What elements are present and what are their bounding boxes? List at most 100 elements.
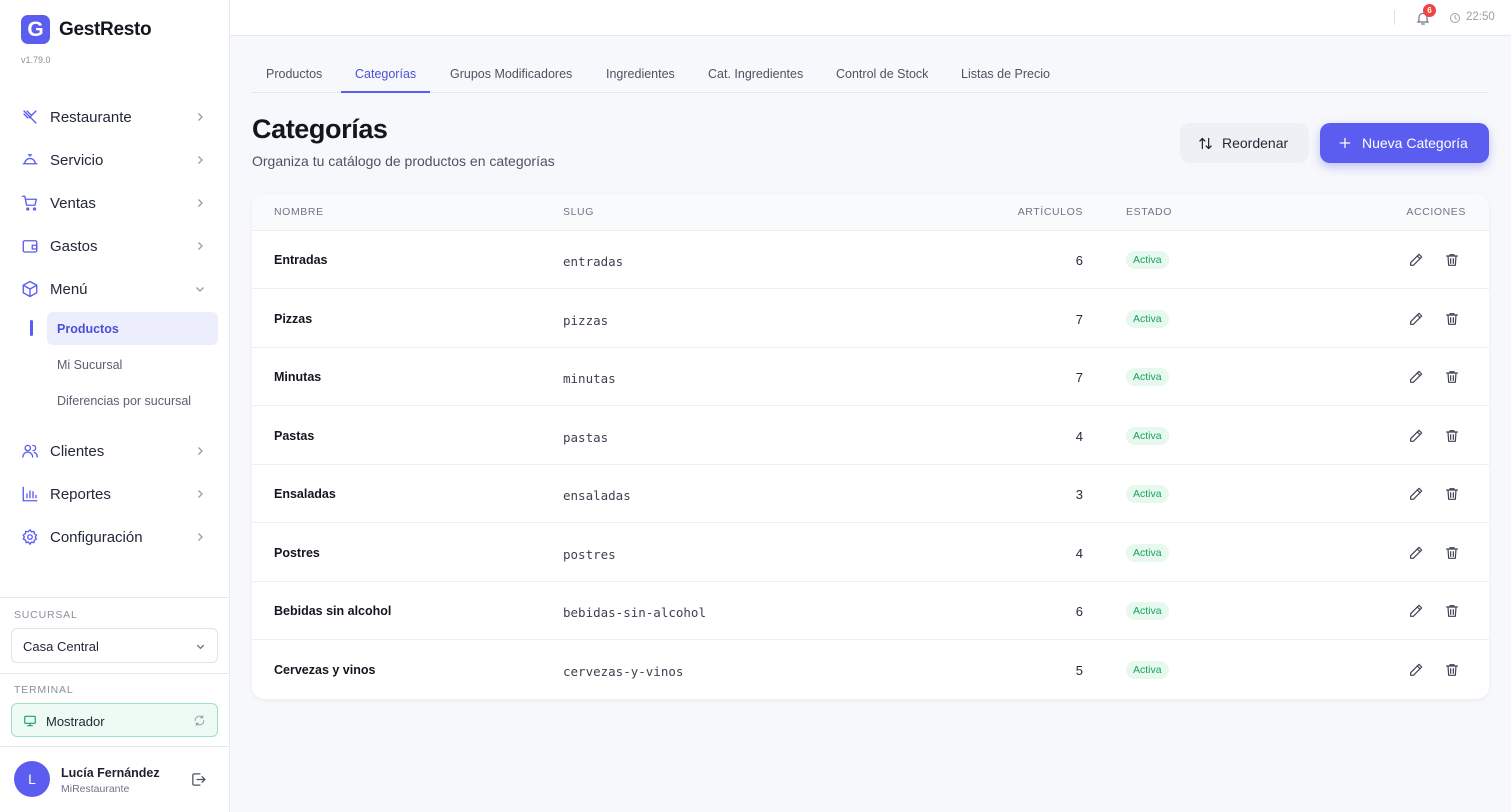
table-row[interactable]: Bebidas sin alcohol bebidas-sin-alcohol …	[252, 582, 1489, 640]
nav-item-ventas[interactable]: Ventas	[0, 183, 229, 223]
sidebar-divider	[0, 746, 229, 747]
category-slug: entradas	[563, 254, 624, 269]
tab-control-de-stock[interactable]: Control de Stock	[822, 55, 942, 93]
table-row[interactable]: Ensaladas ensaladas 3 Activa	[252, 465, 1489, 523]
table-row[interactable]: Cervezas y vinos cervezas-y-vinos 5 Acti…	[252, 641, 1489, 699]
app-version: v1.79.0	[21, 55, 51, 65]
edit-icon[interactable]	[1408, 545, 1424, 561]
clock-icon	[1450, 13, 1460, 23]
tab-categorias[interactable]: Categorías	[341, 55, 431, 93]
shopping-cart-icon	[21, 195, 38, 211]
column-header-articles: ARTÍCULOS	[1017, 206, 1083, 218]
category-slug: minutas	[563, 371, 616, 386]
table-row[interactable]: Pizzas pizzas 7 Activa	[252, 290, 1489, 348]
category-name: Pizzas	[274, 311, 313, 326]
clock-time: 22:50	[1466, 11, 1495, 23]
category-name: Postres	[274, 545, 320, 560]
reorder-label: Reordenar	[1222, 135, 1289, 151]
nav-item-menu[interactable]: Menú	[0, 269, 229, 309]
edit-icon[interactable]	[1408, 486, 1424, 502]
sync-icon[interactable]	[193, 714, 206, 727]
chevron-right-icon	[198, 242, 203, 250]
terminal-value: Mostrador	[46, 714, 105, 729]
topbar: 6 22:50	[230, 0, 1511, 36]
table-row[interactable]: Pastas pastas 4 Activa	[252, 407, 1489, 465]
trash-icon[interactable]	[1444, 252, 1460, 268]
trash-icon[interactable]	[1444, 369, 1460, 385]
service-bell-icon	[22, 154, 38, 165]
sidebar-divider	[0, 597, 229, 598]
trash-icon[interactable]	[1444, 428, 1460, 444]
nav-item-servicio[interactable]: Servicio	[0, 140, 229, 180]
tab-grupos-modificadores[interactable]: Grupos Modificadores	[436, 55, 586, 93]
category-slug: cervezas-y-vinos	[563, 663, 684, 679]
new-category-label: Nueva Categoría	[1362, 135, 1468, 151]
avatar[interactable]: L	[14, 761, 50, 797]
edit-icon[interactable]	[1408, 252, 1424, 268]
submenu-item-diferencias-por-sucursal[interactable]: Diferencias por sucursal	[47, 384, 218, 417]
users-icon	[22, 444, 38, 458]
gear-icon	[22, 528, 38, 546]
nav-item-configuracion[interactable]: Configuración	[0, 517, 229, 557]
table-header: NOMBRE SLUG ARTÍCULOS ESTADO ACCIONES	[252, 194, 1489, 231]
submenu-item-productos[interactable]: Productos	[47, 312, 218, 345]
chevron-right-icon	[198, 199, 203, 207]
status-badge: Activa	[1126, 426, 1169, 445]
status-badge: Activa	[1126, 251, 1169, 269]
chevron-right-icon	[198, 533, 203, 541]
tab-listas-de-precio[interactable]: Listas de Precio	[947, 55, 1064, 93]
monitor-icon	[24, 715, 36, 727]
nav-label: Gastos	[50, 238, 98, 255]
trash-icon[interactable]	[1444, 603, 1460, 619]
page-subtitle: Organiza tu catálogo de productos en cat…	[252, 153, 555, 169]
edit-icon[interactable]	[1408, 428, 1424, 444]
submenu-item-mi-sucursal[interactable]: Mi Sucursal	[47, 348, 218, 381]
status-badge: Activa	[1126, 485, 1169, 503]
tab-ingredientes[interactable]: Ingredientes	[592, 55, 689, 93]
sidebar-divider	[0, 673, 229, 674]
tab-bar: Productos Categorías Grupos Modificadore…	[252, 55, 1489, 93]
terminal-selector[interactable]: Mostrador	[11, 703, 218, 737]
nav-label: Clientes	[50, 443, 105, 460]
app-name: GestResto	[59, 18, 152, 40]
user-name: Lucía Fernández	[61, 766, 160, 780]
category-name: Bebidas sin alcohol	[274, 604, 392, 618]
edit-icon[interactable]	[1408, 311, 1424, 327]
chevron-right-icon	[198, 490, 203, 498]
submenu-label: Mi Sucursal	[57, 358, 123, 372]
tab-productos[interactable]: Productos	[252, 55, 336, 93]
trash-icon[interactable]	[1444, 662, 1460, 678]
trash-icon[interactable]	[1444, 545, 1460, 561]
table-row[interactable]: Minutas minutas 7 Activa	[252, 348, 1489, 406]
reorder-button[interactable]: Reordenar	[1180, 123, 1309, 163]
nav-item-gastos[interactable]: Gastos	[0, 226, 229, 266]
nav-item-restaurante[interactable]: Restaurante	[0, 97, 229, 137]
trash-icon[interactable]	[1444, 486, 1460, 502]
article-count: 6	[1075, 253, 1083, 268]
branch-select[interactable]: Casa Central	[11, 628, 218, 663]
nav-label: Configuración	[50, 529, 143, 546]
app-logo-icon: G	[21, 15, 50, 44]
column-header-name: NOMBRE	[274, 206, 324, 218]
edit-icon[interactable]	[1408, 603, 1424, 619]
branch-section-label: SUCURSAL	[14, 609, 78, 621]
notification-count-badge: 6	[1423, 4, 1436, 17]
category-slug: pastas	[563, 429, 609, 445]
submenu-label: Productos	[57, 322, 119, 336]
article-count: 4	[1075, 545, 1083, 561]
table-row[interactable]: Postres postres 4 Activa	[252, 524, 1489, 582]
tab-cat-ingredientes[interactable]: Cat. Ingredientes	[694, 55, 817, 93]
chevron-right-icon	[198, 156, 203, 164]
trash-icon[interactable]	[1444, 311, 1460, 327]
edit-icon[interactable]	[1408, 369, 1424, 385]
brand[interactable]: G GestResto	[21, 15, 152, 44]
status-badge: Activa	[1126, 543, 1169, 562]
nav-item-reportes[interactable]: Reportes	[0, 474, 229, 514]
article-count: 6	[1075, 604, 1083, 619]
nav-item-clientes[interactable]: Clientes	[0, 431, 229, 471]
table-row[interactable]: Entradas entradas 6 Activa	[252, 231, 1489, 289]
edit-icon[interactable]	[1408, 662, 1424, 678]
new-category-button[interactable]: Nueva Categoría	[1320, 123, 1489, 163]
logout-icon[interactable]	[190, 771, 207, 788]
column-header-status: ESTADO	[1126, 206, 1172, 218]
